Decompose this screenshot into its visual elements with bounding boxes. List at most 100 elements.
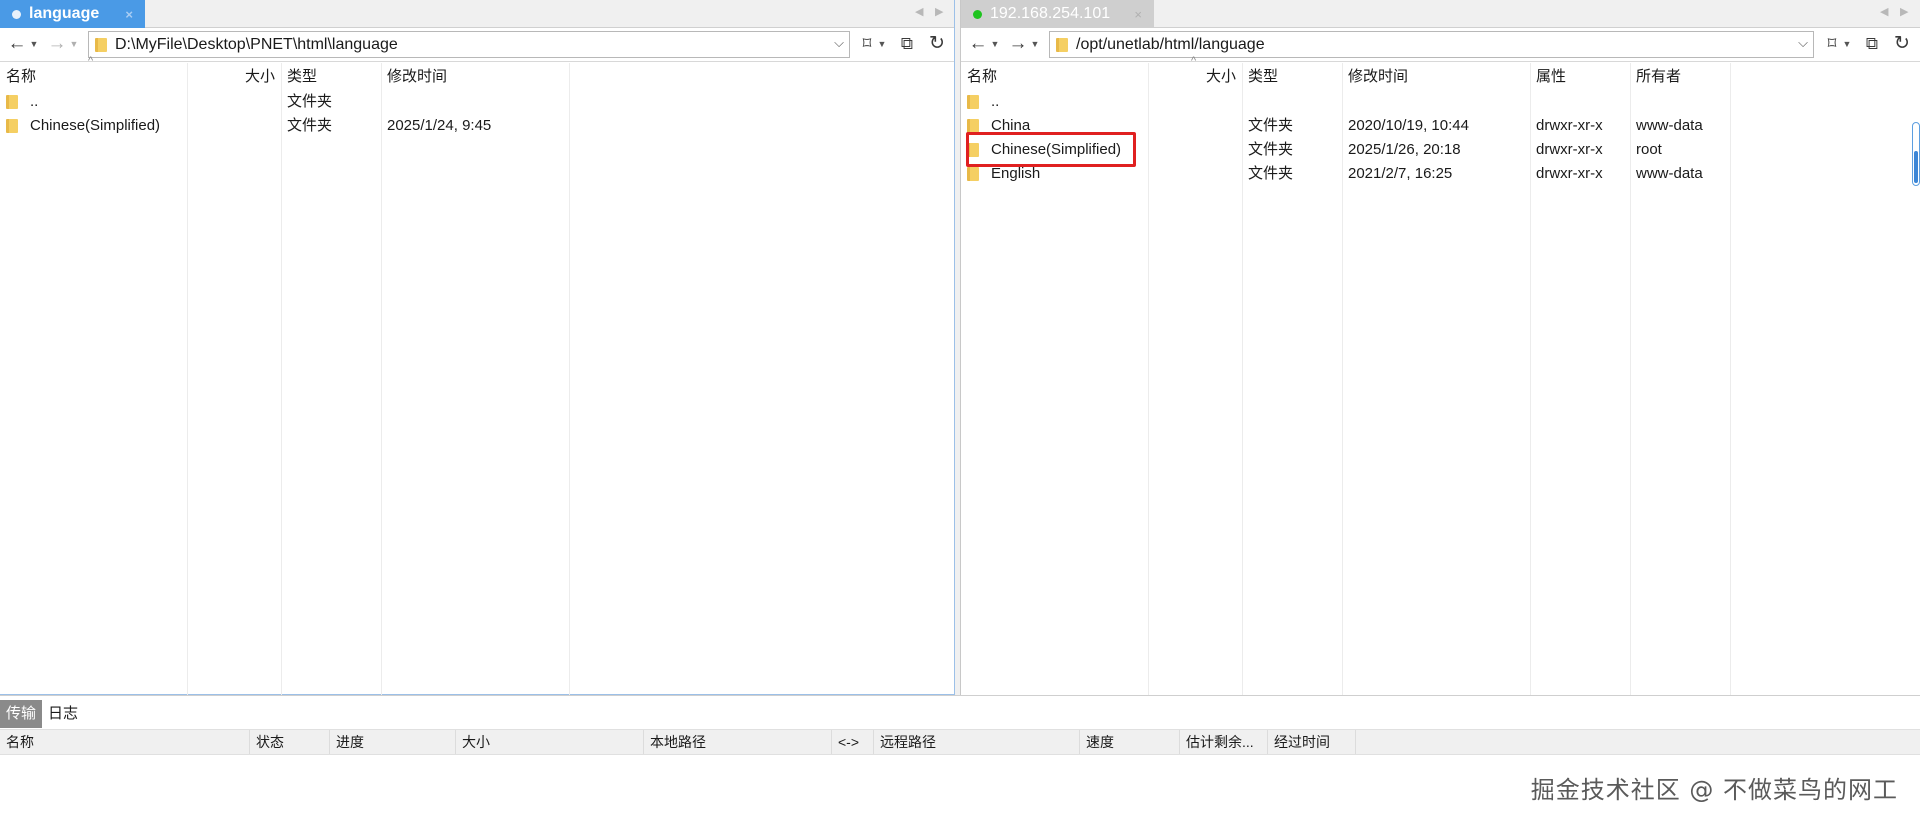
file-name: English bbox=[991, 165, 1041, 182]
sync-folder-icon[interactable]: ⧉ bbox=[1861, 33, 1883, 55]
col-type-header[interactable]: 类型 bbox=[1242, 63, 1342, 91]
queue-col-direction[interactable]: <-> bbox=[832, 730, 874, 754]
chevron-down-icon[interactable]: ⌵ bbox=[834, 35, 844, 51]
file-type: 文件夹 bbox=[287, 93, 333, 110]
col-name-header[interactable]: 名称 bbox=[961, 63, 1148, 91]
remote-path-input[interactable]: /opt/unetlab/html/language ⌵ bbox=[1049, 31, 1814, 58]
file-modified: 2020/10/19, 10:44 bbox=[1348, 117, 1469, 134]
local-pane: language × ◀ ▶ ← ▼ → ▼ D:\MyFile\Desktop… bbox=[0, 0, 955, 695]
file-owner: root bbox=[1636, 141, 1662, 158]
list-item[interactable]: .. 文件夹 bbox=[0, 90, 954, 114]
remote-tab-label: 192.168.254.101 bbox=[990, 5, 1111, 22]
file-perms: drwxr-xr-x bbox=[1536, 165, 1603, 182]
sync-folder-icon[interactable]: ⧉ bbox=[896, 33, 918, 55]
folder-icon bbox=[967, 95, 979, 109]
col-size-header[interactable]: 大小 bbox=[187, 63, 281, 91]
tab-scroll-left-icon[interactable]: ◀ bbox=[915, 5, 923, 18]
queue-tabs: 传输 日志 bbox=[0, 700, 84, 728]
bookmark-icon[interactable]: ⌑ bbox=[858, 33, 876, 55]
vertical-scrollbar[interactable] bbox=[1912, 122, 1920, 186]
remote-pane: 192.168.254.101 × ◀ ▶ ← ▼ → ▼ /opt/unetl… bbox=[960, 0, 1920, 695]
close-icon[interactable]: × bbox=[1134, 7, 1142, 22]
col-name-header[interactable]: 名称 bbox=[0, 63, 187, 91]
queue-col-speed[interactable]: 速度 bbox=[1080, 730, 1180, 754]
col-perms-header[interactable]: 属性 bbox=[1530, 63, 1630, 91]
forward-arrow-icon[interactable]: → bbox=[1007, 33, 1029, 55]
folder-icon bbox=[1056, 37, 1068, 52]
refresh-icon[interactable]: ↻ bbox=[926, 33, 948, 55]
queue-col-eta[interactable]: 估计剩余... bbox=[1180, 730, 1268, 754]
local-tab[interactable]: language × bbox=[0, 0, 145, 28]
local-toolbar: ← ▼ → ▼ D:\MyFile\Desktop\PNET\html\lang… bbox=[0, 28, 954, 62]
queue-col-progress[interactable]: 进度 bbox=[330, 730, 456, 754]
file-perms: drwxr-xr-x bbox=[1536, 141, 1603, 158]
queue-col-local-path[interactable]: 本地路径 bbox=[644, 730, 832, 754]
close-icon[interactable]: × bbox=[125, 7, 133, 22]
remote-toolbar: ← ▼ → ▼ /opt/unetlab/html/language ⌵ ⌑ ▼… bbox=[961, 28, 1920, 62]
column-divider bbox=[281, 63, 282, 695]
queue-col-status[interactable]: 状态 bbox=[250, 730, 330, 754]
tab-scroll-right-icon[interactable]: ▶ bbox=[935, 5, 943, 18]
chevron-down-icon[interactable]: ▼ bbox=[28, 33, 40, 55]
refresh-icon[interactable]: ↻ bbox=[1891, 33, 1913, 55]
queue-col-elapsed[interactable]: 经过时间 bbox=[1268, 730, 1356, 754]
file-modified: 2025/1/26, 20:18 bbox=[1348, 141, 1461, 158]
folder-icon bbox=[967, 119, 979, 133]
chevron-down-icon[interactable]: ⌵ bbox=[1798, 35, 1808, 51]
list-item[interactable]: English 文件夹 2021/2/7, 16:25 drwxr-xr-x w… bbox=[961, 162, 1920, 186]
file-modified: 2021/2/7, 16:25 bbox=[1348, 165, 1453, 182]
file-perms: drwxr-xr-x bbox=[1536, 117, 1603, 134]
col-type-header[interactable]: 类型 bbox=[281, 63, 381, 91]
tab-log[interactable]: 日志 bbox=[42, 700, 84, 728]
list-item[interactable]: China 文件夹 2020/10/19, 10:44 drwxr-xr-x w… bbox=[961, 114, 1920, 138]
file-name: .. bbox=[991, 93, 1000, 110]
local-tab-label: language bbox=[29, 5, 100, 22]
file-name: China bbox=[991, 117, 1031, 134]
back-arrow-icon[interactable]: ← bbox=[6, 33, 28, 55]
file-owner: www-data bbox=[1636, 165, 1703, 182]
chevron-down-icon[interactable]: ▼ bbox=[1842, 33, 1852, 55]
folder-icon bbox=[6, 119, 18, 133]
list-item[interactable]: Chinese(Simplified) 文件夹 2025/1/24, 9:45 bbox=[0, 114, 954, 138]
queue-col-size[interactable]: 大小 bbox=[456, 730, 644, 754]
col-size-header[interactable]: 大小 bbox=[1148, 63, 1242, 91]
queue-header: 名称 状态 进度 大小 本地路径 <-> 远程路径 速度 估计剩余... 经过时… bbox=[0, 729, 1920, 755]
remote-list-header: 名称 ^ 大小 类型 修改时间 属性 所有者 bbox=[961, 55, 1920, 91]
folder-icon bbox=[967, 143, 979, 157]
list-item[interactable]: Chinese(Simplified) 文件夹 2025/1/26, 20:18… bbox=[961, 138, 1920, 162]
back-arrow-icon[interactable]: ← bbox=[967, 33, 989, 55]
file-type: 文件夹 bbox=[1248, 165, 1294, 182]
bookmark-icon[interactable]: ⌑ bbox=[1823, 33, 1841, 55]
chevron-down-icon[interactable]: ▼ bbox=[68, 33, 80, 55]
file-name: Chinese(Simplified) bbox=[30, 117, 161, 134]
remote-path-text: /opt/unetlab/html/language bbox=[1076, 35, 1265, 53]
list-item[interactable]: .. bbox=[961, 90, 1920, 114]
file-name: Chinese(Simplified) bbox=[991, 141, 1122, 158]
tab-status-dot bbox=[12, 9, 21, 19]
queue-col-name[interactable]: 名称 bbox=[0, 730, 250, 754]
remote-tabbar: 192.168.254.101 × ◀ ▶ bbox=[961, 0, 1920, 28]
file-type: 文件夹 bbox=[287, 117, 333, 134]
col-modified-header[interactable]: 修改时间 bbox=[1342, 63, 1530, 91]
column-divider bbox=[569, 63, 570, 695]
col-modified-header[interactable]: 修改时间 bbox=[381, 63, 569, 91]
queue-col-remote-path[interactable]: 远程路径 bbox=[874, 730, 1080, 754]
chevron-down-icon[interactable]: ▼ bbox=[877, 33, 887, 55]
remote-tab[interactable]: 192.168.254.101 × bbox=[961, 0, 1154, 28]
watermark-text: 掘金技术社区 @ 不做菜鸟的网工 bbox=[1530, 776, 1898, 804]
local-path-input[interactable]: D:\MyFile\Desktop\PNET\html\language ⌵ bbox=[88, 31, 850, 58]
local-list-header: 名称 ^ 大小 类型 修改时间 bbox=[0, 55, 954, 91]
forward-arrow-icon[interactable]: → bbox=[46, 33, 68, 55]
file-type: 文件夹 bbox=[1248, 117, 1294, 134]
file-name: .. bbox=[30, 93, 39, 110]
tab-transfer[interactable]: 传输 bbox=[0, 700, 43, 728]
file-type: 文件夹 bbox=[1248, 141, 1294, 158]
tab-scroll-right-icon[interactable]: ▶ bbox=[1900, 5, 1908, 18]
local-tabbar: language × ◀ ▶ bbox=[0, 0, 954, 28]
chevron-down-icon[interactable]: ▼ bbox=[1029, 33, 1041, 55]
file-owner: www-data bbox=[1636, 117, 1703, 134]
column-divider bbox=[187, 63, 188, 695]
tab-scroll-left-icon[interactable]: ◀ bbox=[1880, 5, 1888, 18]
col-owner-header[interactable]: 所有者 bbox=[1630, 63, 1730, 91]
chevron-down-icon[interactable]: ▼ bbox=[989, 33, 1001, 55]
